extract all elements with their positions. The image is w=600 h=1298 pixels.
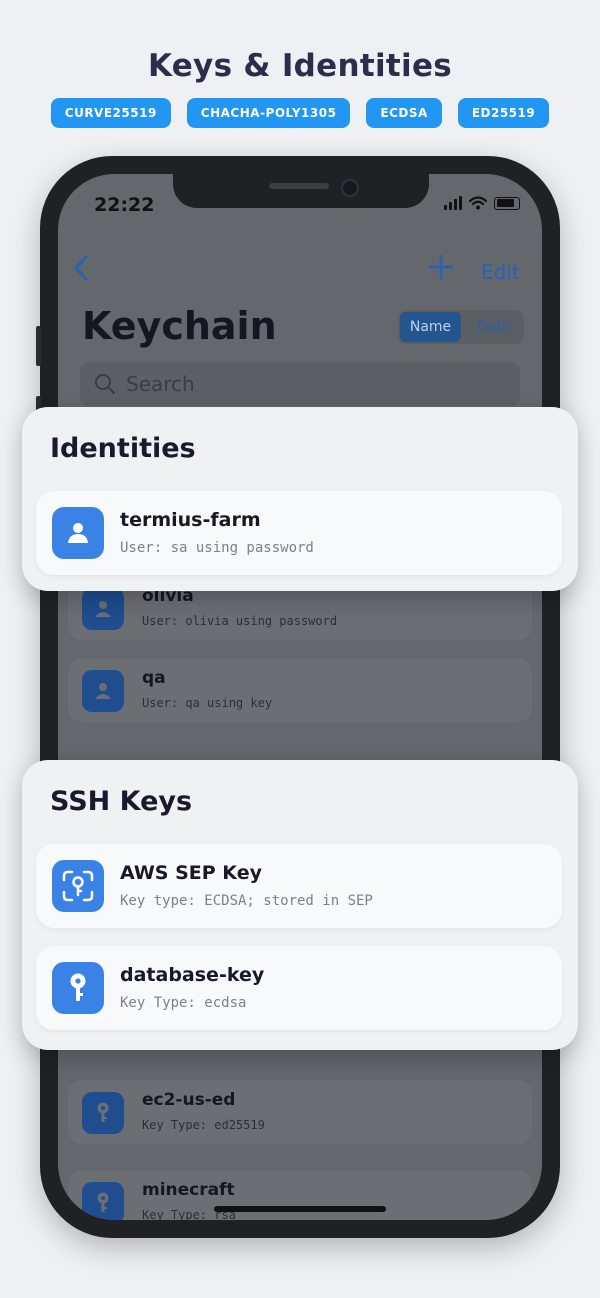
page-title: Keychain — [82, 304, 277, 348]
chevron-left-icon[interactable] — [72, 254, 90, 290]
identities-heading: Identities — [50, 433, 196, 464]
headline: Keys & Identities — [147, 48, 453, 84]
identity-detail: User: qa using key — [142, 696, 273, 710]
key-name: database-key — [120, 964, 265, 986]
key-card-database-key[interactable]: database-key Key Type: ecdsa — [36, 946, 562, 1030]
identity-name: termius-farm — [120, 509, 261, 531]
identity-name: qa — [142, 668, 166, 688]
identities-panel: Identities termius-farm User: sa using p… — [22, 407, 578, 591]
phone-frame: 22:22 Edit Keychain Name Date Search oli… — [36, 156, 564, 1238]
speaker — [269, 183, 329, 189]
key-name: AWS SEP Key — [120, 862, 262, 884]
key-card-aws-sep[interactable]: AWS SEP Key Key type: ECDSA; stored in S… — [36, 844, 562, 928]
ssh-keys-heading: SSH Keys — [50, 786, 193, 817]
sort-date-option[interactable]: Date — [463, 310, 524, 344]
camera-icon — [341, 179, 359, 197]
identity-detail: User: olivia using password — [142, 614, 338, 628]
user-icon — [82, 670, 124, 712]
edit-button[interactable]: Edit — [481, 260, 520, 284]
list-item[interactable]: minecraft Key Type: rsa — [68, 1170, 532, 1220]
status-icons — [444, 196, 520, 210]
key-detail: Key Type: ecdsa — [120, 995, 247, 1011]
key-icon — [82, 1182, 124, 1220]
key-icon — [52, 962, 104, 1014]
tag-ecdsa: ECDSA — [366, 98, 442, 128]
identity-card-termius-farm[interactable]: termius-farm User: sa using password — [36, 491, 562, 575]
secure-enclave-key-icon — [52, 860, 104, 912]
tag-ed25519: ED25519 — [457, 98, 550, 128]
sort-segmented-control[interactable]: Name Date — [398, 310, 524, 344]
user-icon — [52, 507, 104, 559]
ssh-keys-panel: SSH Keys AWS SEP Key Key type: ECDSA; st… — [22, 760, 578, 1050]
key-name: ec2-us-ed — [142, 1090, 236, 1110]
search-icon — [95, 374, 115, 394]
search-placeholder: Search — [126, 372, 195, 396]
key-name: minecraft — [142, 1180, 235, 1200]
tag-curve25519: CURVE25519 — [50, 98, 171, 128]
tag-row: CURVE25519 CHACHA-POLY1305 ECDSA ED25519 — [0, 98, 600, 128]
sort-name-option[interactable]: Name — [400, 312, 461, 342]
key-detail: Key Type: ed25519 — [142, 1118, 265, 1132]
search-input[interactable]: Search — [80, 362, 520, 406]
list-item[interactable]: ec2-us-ed Key Type: ed25519 — [68, 1080, 532, 1144]
tag-chacha-poly1305: CHACHA-POLY1305 — [186, 98, 351, 128]
list-item[interactable]: qa User: qa using key — [68, 658, 532, 722]
cellular-signal-icon — [444, 196, 462, 210]
mute-switch — [36, 326, 41, 366]
notch — [173, 174, 429, 208]
wifi-icon — [469, 196, 487, 210]
status-time: 22:22 — [94, 194, 155, 216]
key-icon — [82, 1092, 124, 1134]
key-detail: Key type: ECDSA; stored in SEP — [120, 893, 373, 909]
home-indicator[interactable] — [214, 1206, 386, 1212]
plus-icon[interactable] — [428, 246, 454, 289]
phone-screen: 22:22 Edit Keychain Name Date Search oli… — [58, 174, 542, 1220]
identity-detail: User: sa using password — [120, 540, 314, 556]
user-icon — [82, 588, 124, 630]
battery-icon — [494, 196, 520, 210]
